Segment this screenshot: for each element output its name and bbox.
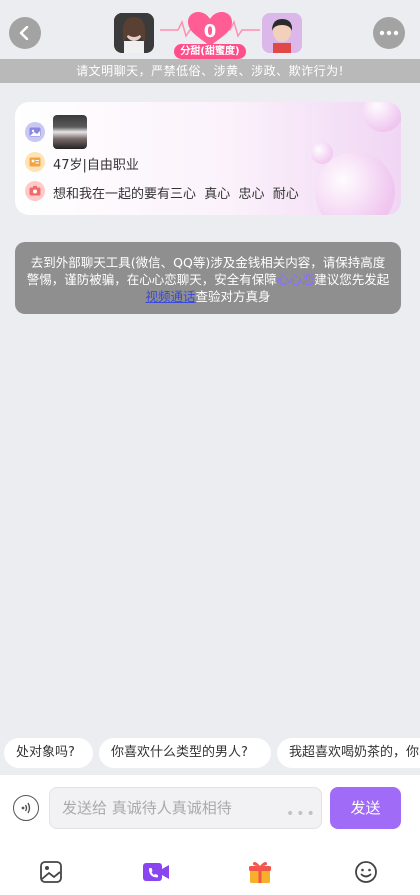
voice-icon <box>21 802 31 814</box>
video-call-link[interactable]: 视频通话 <box>145 289 195 304</box>
profile-motto: 想和我在一起的要有三心 真心 忠心 耐心 <box>53 187 299 202</box>
video-call-icon[interactable] <box>142 858 170 886</box>
age-occupation: 47岁|自由职业 <box>53 158 139 173</box>
input-more-icon: ••• <box>286 806 317 822</box>
my-avatar-image <box>262 13 302 53</box>
partner-avatar-image <box>114 13 154 53</box>
quick-reply-chip[interactable]: 处对象吗? <box>4 738 93 768</box>
emoji-icon[interactable] <box>352 858 380 886</box>
decor-bubble <box>363 102 401 132</box>
back-arrow-icon <box>19 26 29 40</box>
quick-reply-chip[interactable]: 你喜欢什么类型的男人? <box>99 738 271 768</box>
photo-icon <box>25 122 45 142</box>
heart-count: 0 <box>203 21 217 42</box>
camera-icon <box>25 181 45 201</box>
bottom-toolbar <box>0 842 420 895</box>
voice-button[interactable] <box>13 795 39 821</box>
back-button[interactable] <box>9 17 41 49</box>
gift-icon[interactable] <box>246 858 274 886</box>
profile-card[interactable]: 47岁|自由职业 想和我在一起的要有三心 真心 忠心 耐心 <box>15 102 401 215</box>
partner-avatar[interactable] <box>114 13 154 53</box>
decor-bubble <box>311 142 333 164</box>
sweetness-meter[interactable]: 0 分甜(甜蜜度) <box>160 8 260 60</box>
more-icon <box>379 30 399 36</box>
civility-warning: 请文明聊天，严禁低俗、涉黄、涉政、欺诈行为! <box>0 59 420 83</box>
send-button[interactable]: 发送 <box>330 787 401 829</box>
chat-header: 0 分甜(甜蜜度) <box>0 0 420 64</box>
image-icon[interactable] <box>37 858 65 886</box>
message-input[interactable]: 发送给 真诚待人真诚相待 <box>49 787 322 829</box>
id-card-icon <box>25 152 45 172</box>
safety-notice: 去到外部聊天工具(微信、QQ等)涉及金钱相关内容，请保持高度警惕，谨防被骗，在心… <box>15 242 401 314</box>
profile-photo[interactable] <box>53 115 87 149</box>
notice-highlight: 心心恋 <box>276 272 315 287</box>
input-bar: 发送给 真诚待人真诚相待 ••• 发送 <box>0 775 420 842</box>
more-button[interactable] <box>373 17 405 49</box>
quick-reply-chip[interactable]: 我超喜欢喝奶茶的，你 <box>277 738 420 768</box>
my-avatar[interactable] <box>262 13 302 53</box>
sweetness-label: 分甜(甜蜜度) <box>174 44 246 59</box>
notice-text-2: 建议您先发起 <box>314 272 390 287</box>
notice-text-3: 查验对方真身 <box>195 289 271 304</box>
quick-replies: 处对象吗? 你喜欢什么类型的男人? 我超喜欢喝奶茶的，你 <box>0 738 420 768</box>
